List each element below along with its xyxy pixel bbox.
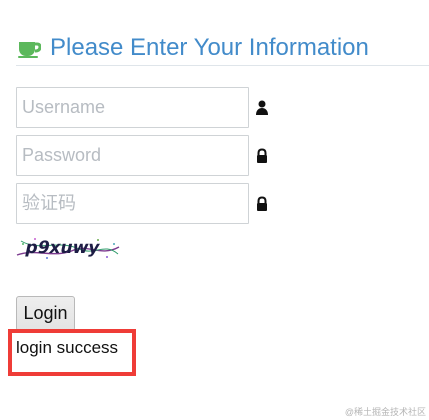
password-input[interactable] [16, 135, 249, 176]
lock-icon [255, 148, 269, 164]
username-input[interactable] [16, 87, 249, 128]
watermark: @稀土掘金技术社区 [344, 407, 426, 417]
captcha-image[interactable]: p9xuwy [16, 232, 120, 262]
username-row [16, 87, 271, 129]
login-result-message: login success [16, 338, 119, 357]
page-title: Please Enter Your Information [50, 34, 369, 61]
captcha-row [16, 183, 271, 225]
login-page: Please Enter Your Information Username 验… [0, 0, 429, 420]
captcha-text: p9xuwy [23, 238, 101, 258]
captcha-input[interactable] [16, 183, 249, 224]
password-row [16, 135, 271, 177]
user-icon [255, 100, 269, 116]
form-header: Please Enter Your Information [16, 30, 429, 66]
login-button[interactable]: Login [16, 296, 75, 331]
coffee-cup-icon [16, 37, 42, 59]
lock-icon [255, 196, 269, 212]
header-divider [16, 65, 429, 66]
